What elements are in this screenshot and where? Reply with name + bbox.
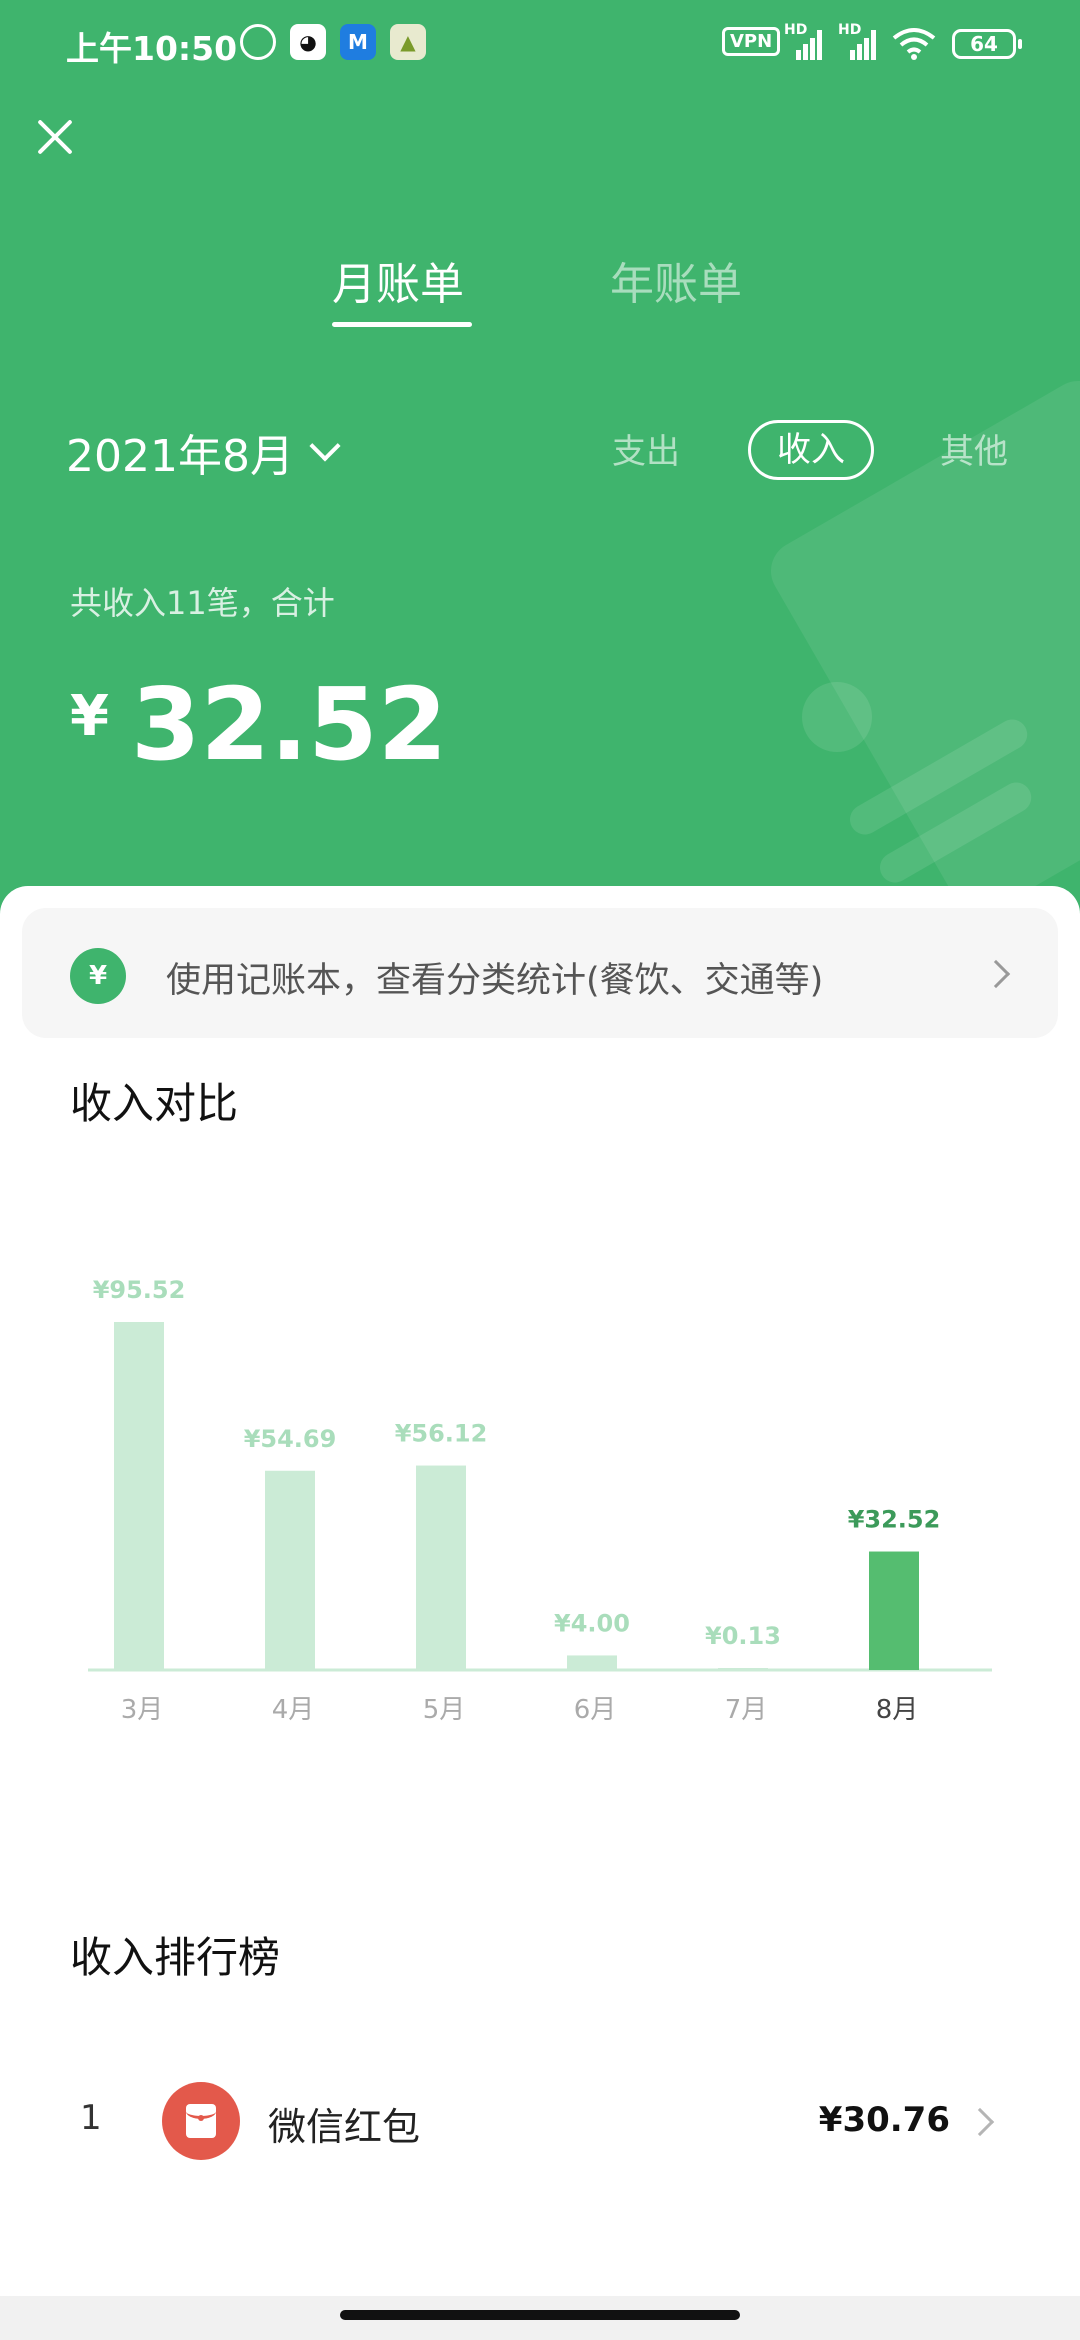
alarm-icon	[240, 24, 276, 60]
bill-header: 上午10:50 ◕ M ▲ VPN HD HD 64 月账单 年账单 2021年…	[0, 0, 1080, 940]
decoration-dot	[802, 682, 872, 752]
chart-bar	[567, 1655, 617, 1670]
vpn-indicator: VPN	[722, 27, 781, 56]
chart-category-label: 3月	[121, 1695, 164, 1725]
tab-active-indicator	[332, 322, 472, 327]
chart-bar	[114, 1322, 164, 1670]
status-bar: 上午10:50 ◕ M ▲ VPN HD HD 64	[0, 0, 1080, 88]
chart-bar	[869, 1551, 919, 1670]
cell-signal-icon: HD	[784, 22, 828, 60]
status-time: 上午10:50	[66, 29, 238, 68]
chart-category-label: 8月	[876, 1695, 919, 1725]
ledger-icon: ¥	[70, 948, 126, 1004]
filter-income[interactable]: 收入	[748, 420, 874, 480]
filter-other[interactable]: 其他	[940, 424, 1008, 473]
android-app-icon: ▲	[390, 24, 426, 60]
chart-value-label: ¥4.00	[554, 1609, 630, 1637]
ledger-banner-text: 使用记账本，查看分类统计(餐饮、交通等)	[166, 961, 824, 1001]
app-m-icon: M	[340, 24, 376, 60]
month-selector-label: 2021年8月	[66, 431, 294, 482]
rank-number: 1	[80, 2098, 102, 2138]
home-indicator[interactable]	[340, 2310, 740, 2320]
ranking-title: 收入排行榜	[70, 1933, 281, 1982]
chart-value-label: ¥56.12	[395, 1420, 488, 1448]
battery-icon: 64	[952, 29, 1022, 59]
rank-item-name: 微信红包	[268, 2105, 421, 2149]
currency-symbol: ¥	[70, 684, 109, 749]
chevron-down-icon	[309, 430, 341, 462]
chart-category-label: 7月	[725, 1695, 768, 1725]
chart-value-label: ¥32.52	[848, 1506, 941, 1534]
income-comparison-chart: ¥95.52 3月 ¥54.69 4月 ¥56.12 5月 ¥4.00 6月 ¥0.13 7月 ¥3…	[0, 1220, 1080, 1740]
month-selector[interactable]: 2021年8月	[66, 420, 341, 484]
chart-value-label: ¥95.52	[93, 1276, 186, 1304]
chart-category-label: 4月	[272, 1695, 315, 1725]
red-envelope-icon	[162, 2082, 240, 2160]
qq-icon: ◕	[290, 24, 326, 60]
wifi-icon	[892, 28, 936, 60]
income-summary-text: 共收入11笔，合计	[70, 584, 335, 622]
chart-bar	[265, 1470, 315, 1670]
cell-signal-icon: HD	[838, 22, 882, 60]
rank-item-amount: ¥30.76	[818, 2100, 950, 2140]
chart-svg: ¥95.52 3月 ¥54.69 4月 ¥56.12 5月 ¥4.00 6月 ¥0.13 7月 ¥3…	[88, 1276, 992, 1725]
chart-category-label: 5月	[423, 1695, 466, 1725]
close-icon[interactable]	[30, 112, 80, 162]
chart-bar	[718, 1668, 768, 1670]
chart-category-label: 6月	[574, 1695, 617, 1725]
filter-expense[interactable]: 支出	[612, 424, 680, 473]
tab-yearly-bill[interactable]: 年账单	[610, 248, 742, 312]
tab-monthly-bill[interactable]: 月账单	[332, 248, 464, 312]
total-amount: ¥ 32.52	[70, 670, 447, 780]
chart-value-label: ¥0.13	[705, 1622, 781, 1650]
total-amount-value: 32.52	[130, 666, 448, 783]
chart-value-label: ¥54.69	[244, 1425, 337, 1453]
chart-bar	[416, 1465, 466, 1670]
comparison-title: 收入对比	[70, 1079, 239, 1128]
